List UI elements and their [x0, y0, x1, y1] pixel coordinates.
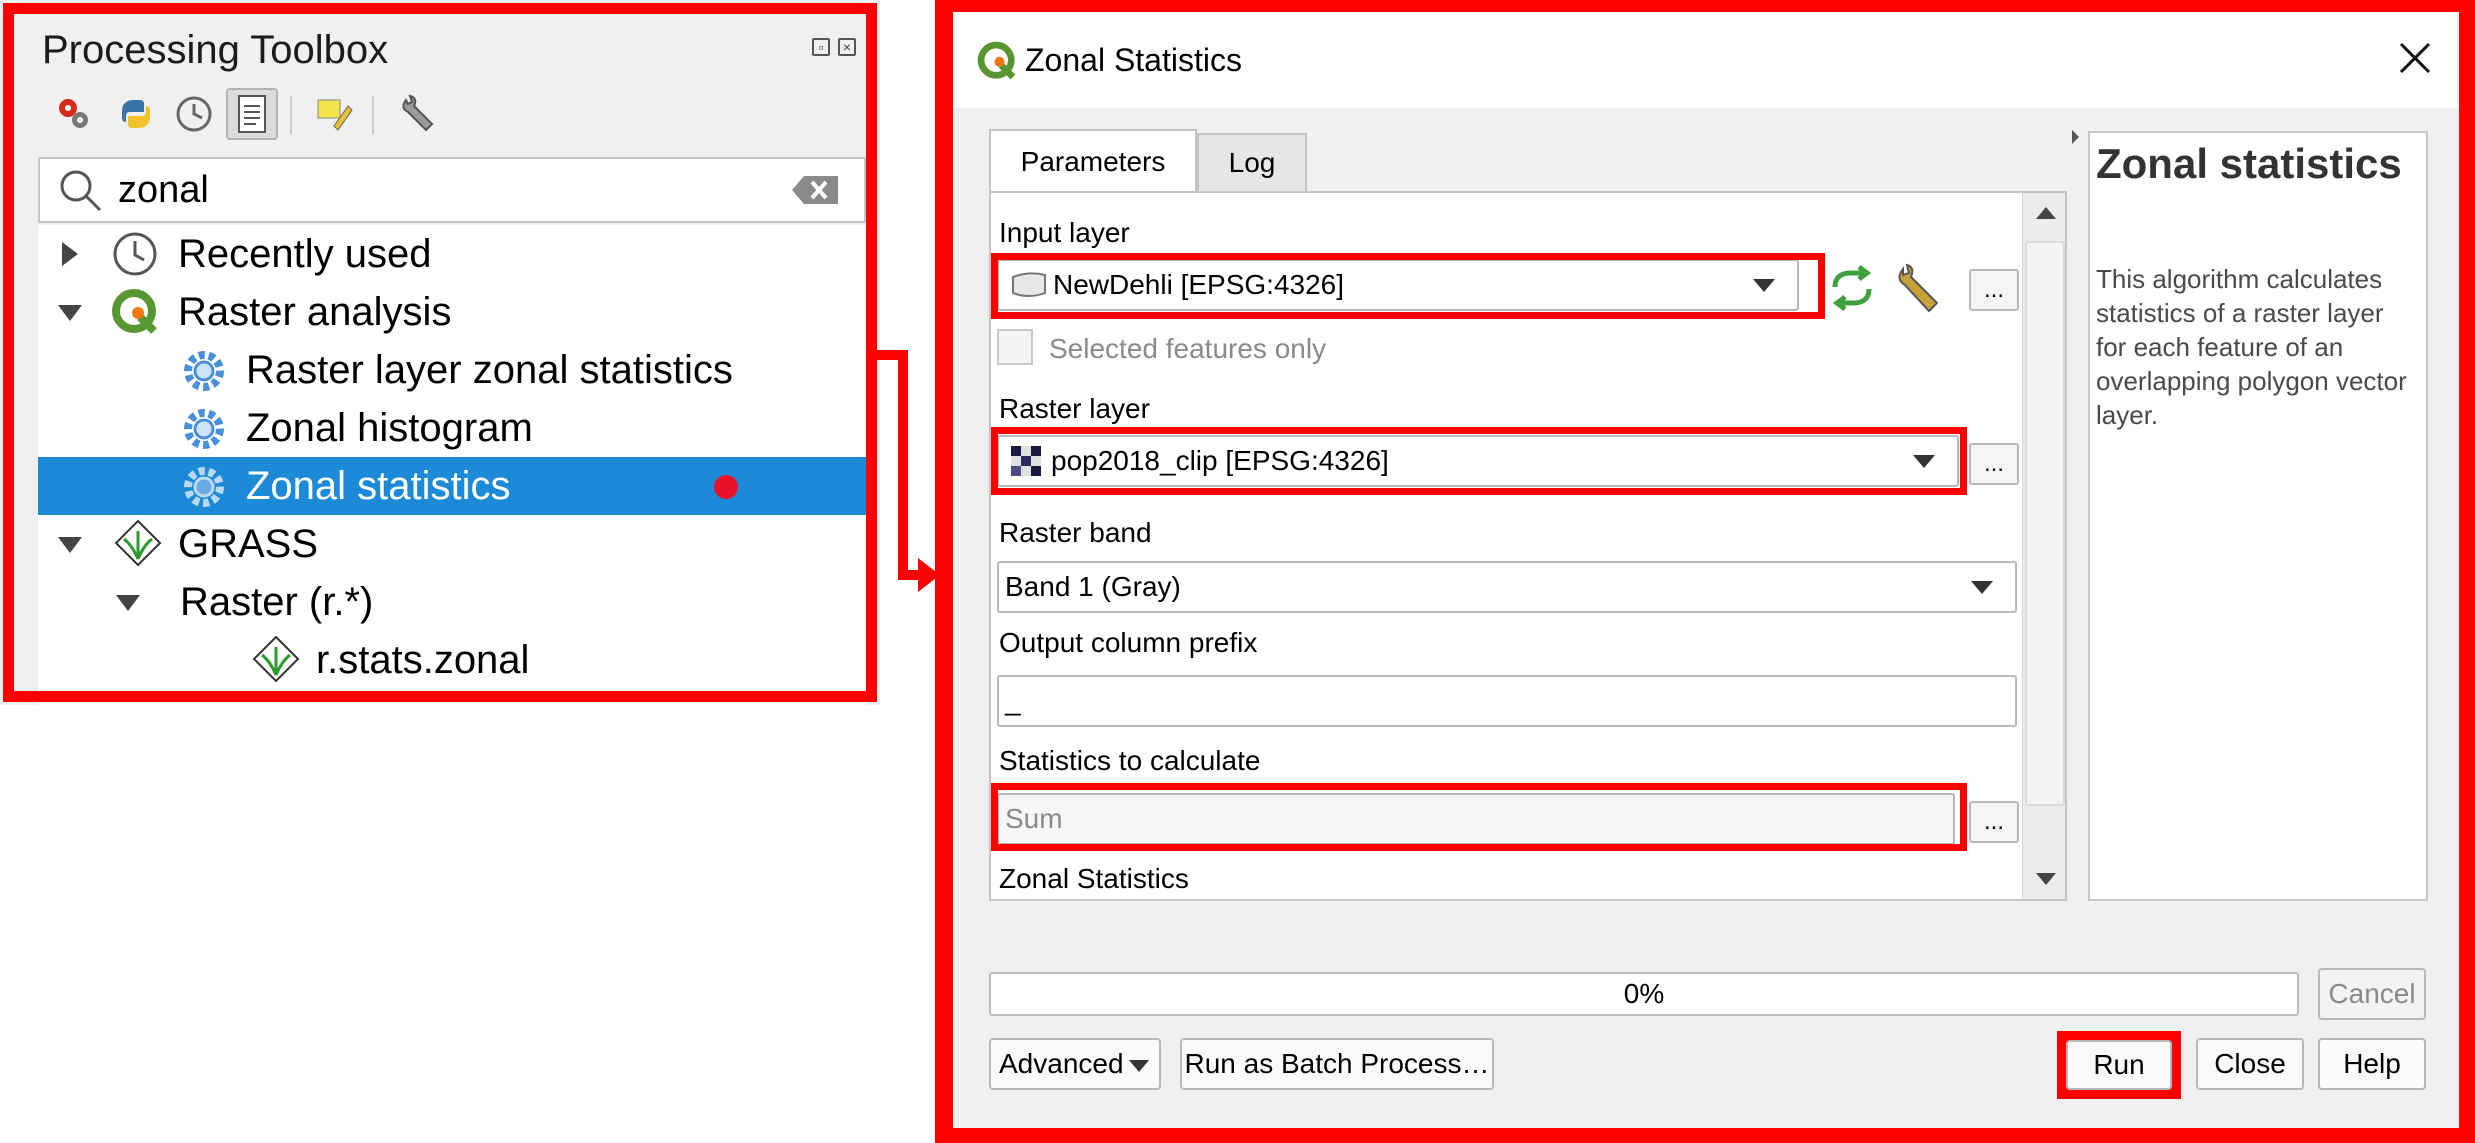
input-layer-label: Input layer — [999, 217, 1130, 248]
input-layer-combo[interactable]: NewDehli [EPSG:4326] — [997, 259, 1799, 311]
raster-band-combo[interactable]: Band 1 (Gray) — [997, 561, 2017, 613]
grass-icon — [114, 519, 162, 579]
help-panel — [2088, 131, 2428, 901]
tree-item-label: Zonal histogram — [246, 405, 533, 450]
qgis-logo-icon — [110, 287, 160, 347]
search-input-value[interactable]: zonal — [118, 169, 209, 212]
tree-item-recently-used[interactable]: Recently used — [38, 225, 866, 283]
selected-features-label: Selected features only — [1049, 333, 1327, 364]
gear-icon — [180, 405, 228, 463]
progress-label: 0% — [1623, 978, 1665, 1009]
splitter-arrow-icon[interactable] — [2072, 130, 2079, 144]
processing-toolbox-panel: Processing Toolbox ▫ × zonal Recently us… — [0, 0, 880, 705]
help-title: Zonal statistics — [2096, 140, 2402, 187]
panel-window-controls: ▫ × — [812, 38, 856, 56]
close-icon[interactable] — [2395, 38, 2435, 78]
toolbar-separator — [372, 96, 374, 134]
algorithm-tree: Recently used Raster analysis Raster lay… — [38, 225, 866, 705]
run-as-batch-button[interactable]: Run as Batch Process… — [1180, 1038, 1494, 1090]
selected-features-checkbox[interactable] — [997, 329, 1033, 365]
raster-layer-combo[interactable]: pop2018_clip [EPSG:4326] — [997, 435, 1959, 487]
tab-log[interactable]: Log — [1197, 133, 1307, 191]
output-layer-label: Zonal Statistics — [999, 863, 1189, 894]
raster-band-label: Raster band — [999, 517, 1152, 548]
results-viewer-icon[interactable] — [226, 88, 278, 140]
advanced-label: Advanced — [999, 1048, 1124, 1079]
scroll-down-arrow-icon[interactable] — [2036, 873, 2056, 885]
advanced-dropdown-button[interactable]: Advanced — [989, 1038, 1161, 1090]
collapse-arrow-icon[interactable] — [58, 537, 82, 553]
tree-item-zonal-statistics[interactable]: Zonal statistics — [38, 457, 866, 515]
polygon-layer-icon — [1012, 272, 1046, 297]
chevron-down-icon — [1753, 279, 1775, 292]
raster-band-value: Band 1 (Gray) — [1005, 571, 1181, 602]
clear-search-icon[interactable] — [790, 170, 842, 215]
close-panel-icon[interactable]: × — [838, 38, 856, 56]
prefix-input[interactable]: _ — [997, 675, 2017, 727]
statistics-label: Statistics to calculate — [999, 745, 1261, 776]
qgis-logo-icon — [976, 40, 1018, 87]
tree-item-label: GRASS — [178, 521, 319, 566]
input-layer-value: NewDehli [EPSG:4326] — [1053, 269, 1345, 300]
toolbar-separator — [290, 96, 292, 134]
tree-item-grass-raster[interactable]: Raster (r.*) — [38, 573, 866, 631]
history-icon[interactable] — [168, 88, 220, 140]
tree-item-label: Recently used — [178, 231, 432, 276]
close-button[interactable]: Close — [2196, 1038, 2304, 1090]
tree-item-label: r.stats.zonal — [316, 637, 530, 682]
red-dot-marker — [714, 475, 738, 499]
tree-item-raster-analysis[interactable]: Raster analysis — [38, 283, 866, 341]
search-icon — [56, 166, 104, 219]
gear-icon — [180, 347, 228, 405]
options-wrench-icon[interactable] — [392, 88, 444, 140]
statistics-field[interactable]: Sum — [997, 793, 1955, 845]
dialog-title: Zonal Statistics — [1025, 42, 1242, 78]
collapse-arrow-icon[interactable] — [116, 595, 140, 611]
cancel-button[interactable]: Cancel — [2318, 968, 2426, 1020]
prefix-value: _ — [1005, 685, 1021, 716]
raster-layer-icon — [1011, 446, 1041, 476]
expand-arrow-icon[interactable] — [62, 242, 78, 266]
tree-item-label: Zonal statistics — [246, 463, 511, 508]
models-icon[interactable] — [48, 88, 100, 140]
float-panel-icon[interactable]: ▫ — [812, 38, 830, 56]
edit-features-icon[interactable] — [308, 88, 360, 140]
python-icon[interactable] — [110, 88, 162, 140]
scrollbar-thumb[interactable] — [2025, 241, 2065, 806]
gear-icon — [180, 463, 228, 521]
chevron-down-icon — [1971, 581, 1993, 594]
tree-item-label: Raster (r.*) — [180, 579, 374, 624]
prefix-label: Output column prefix — [999, 627, 1258, 658]
raster-layer-label: Raster layer — [999, 393, 1150, 424]
tree-item-zonal-histogram[interactable]: Zonal histogram — [38, 399, 866, 457]
toolbox-title: Processing Toolbox — [42, 28, 389, 72]
parameters-panel: Input layer NewDehli [EPSG:4326] ... Sel… — [989, 191, 2067, 901]
tree-item-raster-layer-zonal-statistics[interactable]: Raster layer zonal statistics — [38, 341, 866, 399]
tree-item-grass[interactable]: GRASS — [38, 515, 866, 573]
raster-layer-value: pop2018_clip [EPSG:4326] — [1051, 445, 1389, 476]
advanced-options-wrench-icon[interactable] — [1891, 261, 1947, 322]
iterate-features-icon[interactable] — [1825, 265, 1879, 316]
chevron-down-icon — [1129, 1060, 1149, 1072]
collapse-arrow-icon[interactable] — [58, 305, 82, 321]
connector-line — [898, 350, 908, 578]
tree-item-label: Raster analysis — [178, 289, 452, 334]
raster-layer-browse-button[interactable]: ... — [1969, 443, 2019, 485]
scroll-up-arrow-icon[interactable] — [2036, 207, 2056, 219]
statistics-value: Sum — [1005, 803, 1063, 834]
clock-icon — [110, 229, 160, 289]
help-button[interactable]: Help — [2318, 1038, 2426, 1090]
tab-parameters[interactable]: Parameters — [989, 129, 1197, 193]
parameters-scrollbar[interactable] — [2022, 193, 2065, 899]
grass-icon — [252, 635, 300, 695]
progress-bar: 0% — [989, 972, 2299, 1016]
help-description: This algorithm calculates statistics of … — [2096, 264, 2407, 430]
run-button[interactable]: Run — [2066, 1040, 2172, 1090]
statistics-browse-button[interactable]: ... — [1969, 801, 2019, 843]
input-layer-browse-button[interactable]: ... — [1969, 269, 2019, 311]
chevron-down-icon — [1913, 455, 1935, 468]
tree-item-label: Raster layer zonal statistics — [246, 347, 733, 392]
tree-item-r-stats-zonal[interactable]: r.stats.zonal — [38, 631, 866, 689]
